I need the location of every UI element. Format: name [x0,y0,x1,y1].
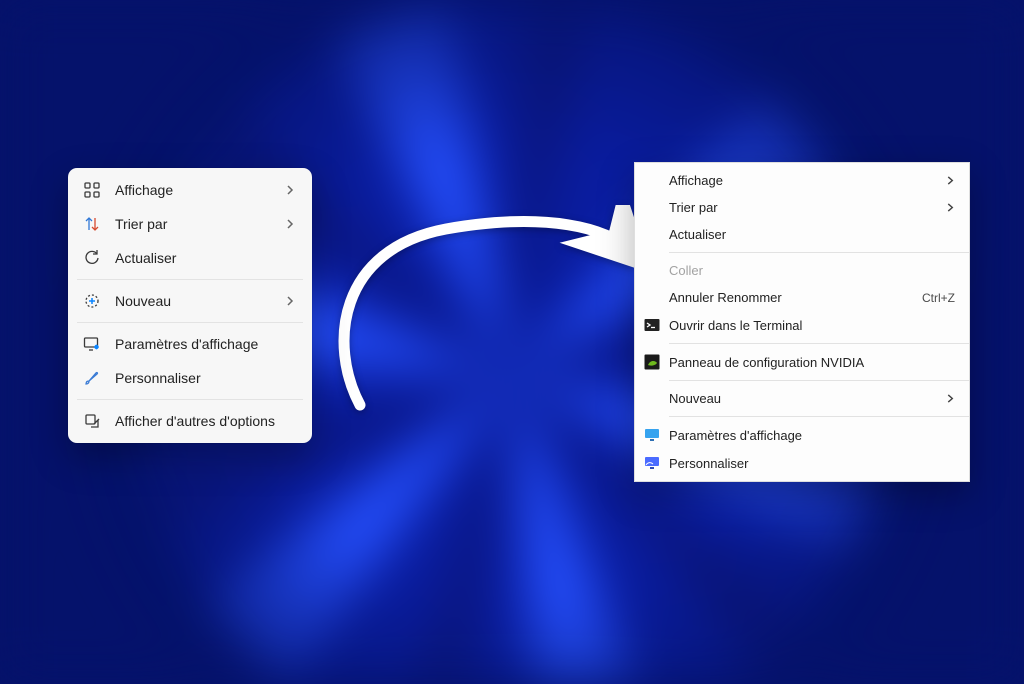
menu-item-label: Affichage [669,173,723,188]
menu-item-label: Actualiser [669,227,726,242]
menu-item-label: Paramètres d'affichage [115,336,258,352]
menu-item-more-options[interactable]: Afficher d'autres d'options [73,404,307,438]
menu-separator [77,322,303,323]
menu-item-paste: Coller [635,257,969,284]
menu-item-label: Nouveau [115,293,171,309]
chevron-right-icon [946,203,955,212]
chevron-right-icon [285,296,295,306]
menu-separator [669,343,969,344]
menu-item-open-terminal[interactable]: Ouvrir dans le Terminal [635,311,969,339]
menu-item-label: Paramètres d'affichage [669,428,802,443]
terminal-icon [635,317,669,333]
menu-item-label: Panneau de configuration NVIDIA [669,355,864,370]
display-settings-icon [83,335,101,353]
menu-item-label: Coller [669,263,703,278]
brush-icon [83,369,101,387]
display-icon [635,427,669,443]
menu-item-label: Affichage [115,182,173,198]
menu-item-sort[interactable]: Trier par [635,194,969,221]
menu-item-label: Personnaliser [115,370,201,386]
menu-item-shortcut: Ctrl+Z [922,291,955,305]
more-options-icon [83,412,101,430]
nvidia-icon [635,354,669,370]
new-icon [83,292,101,310]
menu-separator [77,399,303,400]
menu-item-view[interactable]: Affichage [73,173,307,207]
sort-arrows-icon [83,215,101,233]
menu-item-label: Trier par [669,200,718,215]
context-menu-classic-style: Affichage Trier par Actualiser Coller An… [634,162,970,482]
menu-item-new[interactable]: Nouveau [73,284,307,318]
menu-item-personalize[interactable]: Personnaliser [635,449,969,477]
menu-item-label: Nouveau [669,391,721,406]
menu-item-nvidia-panel[interactable]: Panneau de configuration NVIDIA [635,348,969,376]
context-menu-new-style: Affichage Trier par Actualiser Nouveau P… [68,168,312,443]
menu-item-refresh[interactable]: Actualiser [73,241,307,275]
menu-item-label: Afficher d'autres d'options [115,413,275,429]
refresh-icon [83,249,101,267]
menu-item-label: Actualiser [115,250,176,266]
menu-separator [77,279,303,280]
menu-item-undo-rename[interactable]: Annuler Renommer Ctrl+Z [635,284,969,311]
chevron-right-icon [285,185,295,195]
menu-item-display-settings[interactable]: Paramètres d'affichage [635,421,969,449]
chevron-right-icon [946,176,955,185]
menu-item-label: Annuler Renommer [669,290,782,305]
grid-icon [83,181,101,199]
menu-separator [669,252,969,253]
menu-item-new[interactable]: Nouveau [635,385,969,412]
menu-item-view[interactable]: Affichage [635,167,969,194]
menu-item-label: Ouvrir dans le Terminal [669,318,802,333]
menu-item-label: Trier par [115,216,167,232]
personalize-icon [635,455,669,471]
menu-item-personalize[interactable]: Personnaliser [73,361,307,395]
menu-item-refresh[interactable]: Actualiser [635,221,969,248]
menu-item-display-settings[interactable]: Paramètres d'affichage [73,327,307,361]
menu-item-sort[interactable]: Trier par [73,207,307,241]
menu-separator [669,380,969,381]
chevron-right-icon [946,394,955,403]
menu-separator [669,416,969,417]
menu-item-label: Personnaliser [669,456,749,471]
chevron-right-icon [285,219,295,229]
